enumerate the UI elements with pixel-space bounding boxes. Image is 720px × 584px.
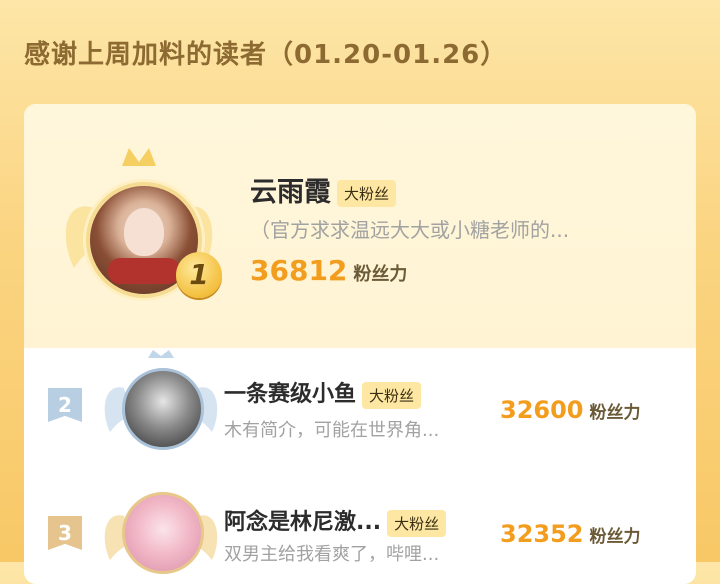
reader-name-text[interactable]: 阿念是林尼激... [224,510,381,535]
reader-name[interactable]: 一条赛级小鱼 大粉丝 [224,376,422,409]
reader-name[interactable]: 阿念是林尼激... 大粉丝 [224,504,447,537]
rank-badge: 3 [48,516,82,550]
score-unit: 粉丝力 [589,527,641,547]
crown-icon [122,148,156,166]
fan-badge: 大粉丝 [387,509,447,537]
crown-icon [148,350,174,358]
reader-name[interactable]: 云雨霞 大粉丝 [250,170,397,209]
avatar-face [124,208,164,256]
score-value: 32600 [500,396,584,424]
score-unit: 粉丝力 [589,403,641,423]
reader-desc: 木有简介，可能在世界角... [224,420,440,441]
avatar-scarf [108,258,180,284]
rank-badge: 2 [48,388,82,422]
reader-score: 36812 粉丝力 [250,254,407,287]
reader-desc: （官方求求温远大大或小糖老师的... [250,218,570,242]
score-value: 32352 [500,520,584,548]
score-value: 36812 [250,254,348,287]
list-item[interactable]: 2 一条赛级小鱼 大粉丝 木有简介，可能在世界角... 32600 粉丝力 [24,348,696,460]
fan-badge: 大粉丝 [337,180,397,207]
reader-desc: 双男主给我看爽了，哔哩... [224,544,440,565]
fan-badge: 大粉丝 [362,381,422,409]
page-title: 感谢上周加料的读者（01.20-01.26） [24,40,508,70]
top-reader-section[interactable]: 1 云雨霞 大粉丝 （官方求求温远大大或小糖老师的... 36812 粉丝力 [24,104,696,348]
score-unit: 粉丝力 [353,264,408,285]
list-item[interactable]: 3 阿念是林尼激... 大粉丝 双男主给我看爽了，哔哩... 32352 粉丝力 [24,478,696,584]
rank-medal-icon: 1 [176,252,222,298]
avatar[interactable] [122,368,204,450]
reader-name-text[interactable]: 云雨霞 [250,177,331,208]
leaderboard-card: 1 云雨霞 大粉丝 （官方求求温远大大或小糖老师的... 36812 粉丝力 2 一… [24,104,696,584]
reader-name-text[interactable]: 一条赛级小鱼 [224,382,356,407]
reader-score: 32352 粉丝力 [500,520,641,548]
reader-score: 32600 粉丝力 [500,396,641,424]
